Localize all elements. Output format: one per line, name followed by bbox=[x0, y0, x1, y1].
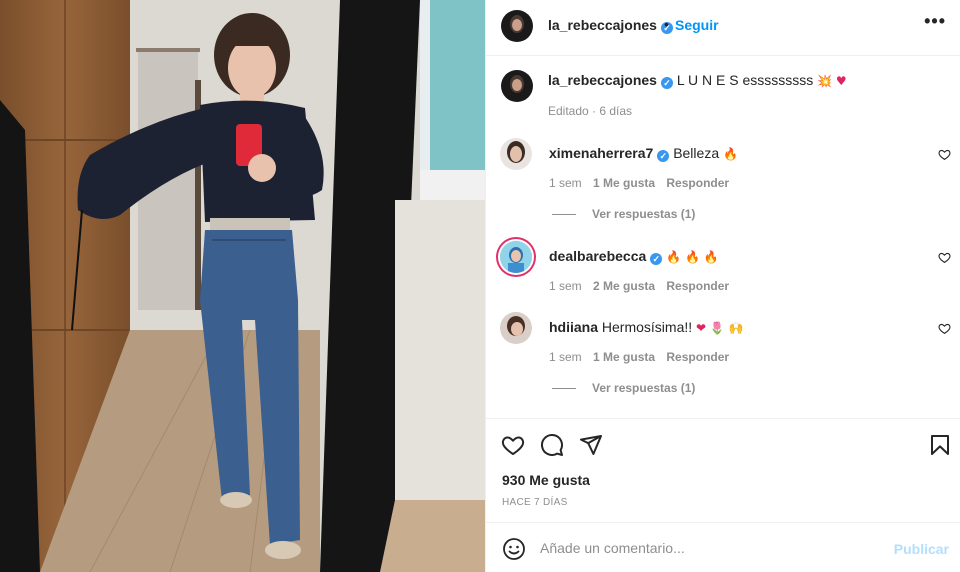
comment-time: 1 sem bbox=[549, 350, 582, 364]
profile-picture bbox=[500, 312, 532, 344]
reply-button[interactable]: Responder bbox=[666, 279, 729, 293]
smiley-icon[interactable] bbox=[502, 537, 526, 561]
comment-text: Hermosísima!! bbox=[601, 319, 693, 335]
comment-avatar[interactable] bbox=[500, 241, 532, 273]
comment-avatar[interactable] bbox=[500, 138, 532, 170]
profile-picture bbox=[501, 70, 533, 102]
comment-avatar[interactable] bbox=[500, 312, 532, 344]
comment-time: 1 sem bbox=[549, 176, 582, 190]
caption-text-row: la_rebeccajones ✓ L U N E S esssssssss 💥 … bbox=[548, 72, 847, 89]
header-username[interactable]: la_rebeccajones ✓ bbox=[548, 17, 673, 34]
comment-likes[interactable]: 1 Me gusta bbox=[593, 176, 655, 190]
comment-meta: 1 sem 1 Me gusta Responder bbox=[549, 176, 737, 190]
post-actions: 930 Me gusta HACE 7 DÍAS bbox=[486, 418, 960, 522]
replies-divider bbox=[552, 214, 576, 216]
header-separator: • bbox=[664, 16, 669, 32]
profile-picture bbox=[500, 138, 532, 170]
comment-icon[interactable] bbox=[540, 433, 564, 457]
profile-picture bbox=[500, 241, 532, 273]
like-comment-heart-icon[interactable] bbox=[938, 251, 951, 264]
avatar[interactable] bbox=[501, 10, 533, 42]
publish-button[interactable]: Publicar bbox=[894, 541, 949, 557]
comment-likes[interactable]: 1 Me gusta bbox=[593, 350, 655, 364]
view-replies-button[interactable]: Ver respuestas (1) bbox=[552, 207, 695, 221]
comment-username[interactable]: hdiiana bbox=[549, 319, 598, 335]
comment-emojis: ❤ 🌷 🙌 bbox=[696, 321, 744, 335]
reply-button[interactable]: Responder bbox=[666, 176, 729, 190]
comment-emojis: 🔥 🔥 🔥 bbox=[666, 250, 719, 264]
caption-avatar[interactable] bbox=[501, 70, 533, 102]
header-username-text[interactable]: la_rebeccajones bbox=[548, 17, 657, 33]
profile-picture bbox=[501, 10, 533, 42]
caption-username[interactable]: la_rebeccajones bbox=[548, 72, 657, 88]
post-header: la_rebeccajones ✓ • Seguir ••• bbox=[486, 0, 960, 56]
follow-button[interactable]: Seguir bbox=[675, 17, 719, 33]
caption-edited-time: Editado · 6 días bbox=[548, 104, 633, 118]
caption-emojis: 💥 ♥ bbox=[817, 74, 847, 88]
reply-button[interactable]: Responder bbox=[666, 350, 729, 364]
like-comment-heart-icon[interactable] bbox=[938, 148, 951, 161]
comment-text: Belleza bbox=[673, 145, 720, 161]
more-options-icon[interactable]: ••• bbox=[924, 11, 946, 32]
comment-text-row: hdiiana Hermosísima!! ❤ 🌷 🙌 bbox=[549, 319, 744, 335]
view-replies-button[interactable]: Ver respuestas (1) bbox=[552, 381, 695, 395]
comment-text-row: ximenaherrera7 ✓ Belleza 🔥 bbox=[549, 145, 738, 162]
comment-input[interactable] bbox=[540, 535, 880, 561]
likes-count[interactable]: 930 Me gusta bbox=[502, 472, 590, 488]
verified-badge-icon: ✓ bbox=[650, 253, 663, 265]
comment-emojis: 🔥 bbox=[723, 147, 738, 161]
post-details-panel: la_rebeccajones ✓ • Seguir ••• la_rebecca… bbox=[485, 0, 960, 572]
verified-badge-icon: ✓ bbox=[657, 150, 670, 162]
bookmark-icon[interactable] bbox=[928, 433, 952, 457]
view-replies-label[interactable]: Ver respuestas (1) bbox=[592, 381, 695, 395]
mirror-selfie-image bbox=[0, 0, 485, 572]
post-age: HACE 7 DÍAS bbox=[502, 497, 568, 508]
comment-likes[interactable]: 2 Me gusta bbox=[593, 279, 655, 293]
comment-text-row: dealbarebecca ✓ 🔥 🔥 🔥 bbox=[549, 248, 719, 265]
comment-meta: 1 sem 2 Me gusta Responder bbox=[549, 279, 737, 293]
comment-username[interactable]: ximenaherrera7 bbox=[549, 145, 653, 161]
comment-meta: 1 sem 1 Me gusta Responder bbox=[549, 350, 737, 364]
heart-icon[interactable] bbox=[501, 433, 525, 457]
comment-time: 1 sem bbox=[549, 279, 582, 293]
add-comment-bar: Publicar bbox=[486, 522, 960, 572]
verified-badge-icon: ✓ bbox=[660, 77, 673, 89]
caption-text: L U N E S esssssssss bbox=[676, 72, 814, 88]
post-photo[interactable] bbox=[0, 0, 485, 572]
comment-username[interactable]: dealbarebecca bbox=[549, 248, 646, 264]
view-replies-label[interactable]: Ver respuestas (1) bbox=[592, 207, 695, 221]
share-icon[interactable] bbox=[579, 433, 603, 457]
replies-divider bbox=[552, 388, 576, 390]
like-comment-heart-icon[interactable] bbox=[938, 322, 951, 335]
